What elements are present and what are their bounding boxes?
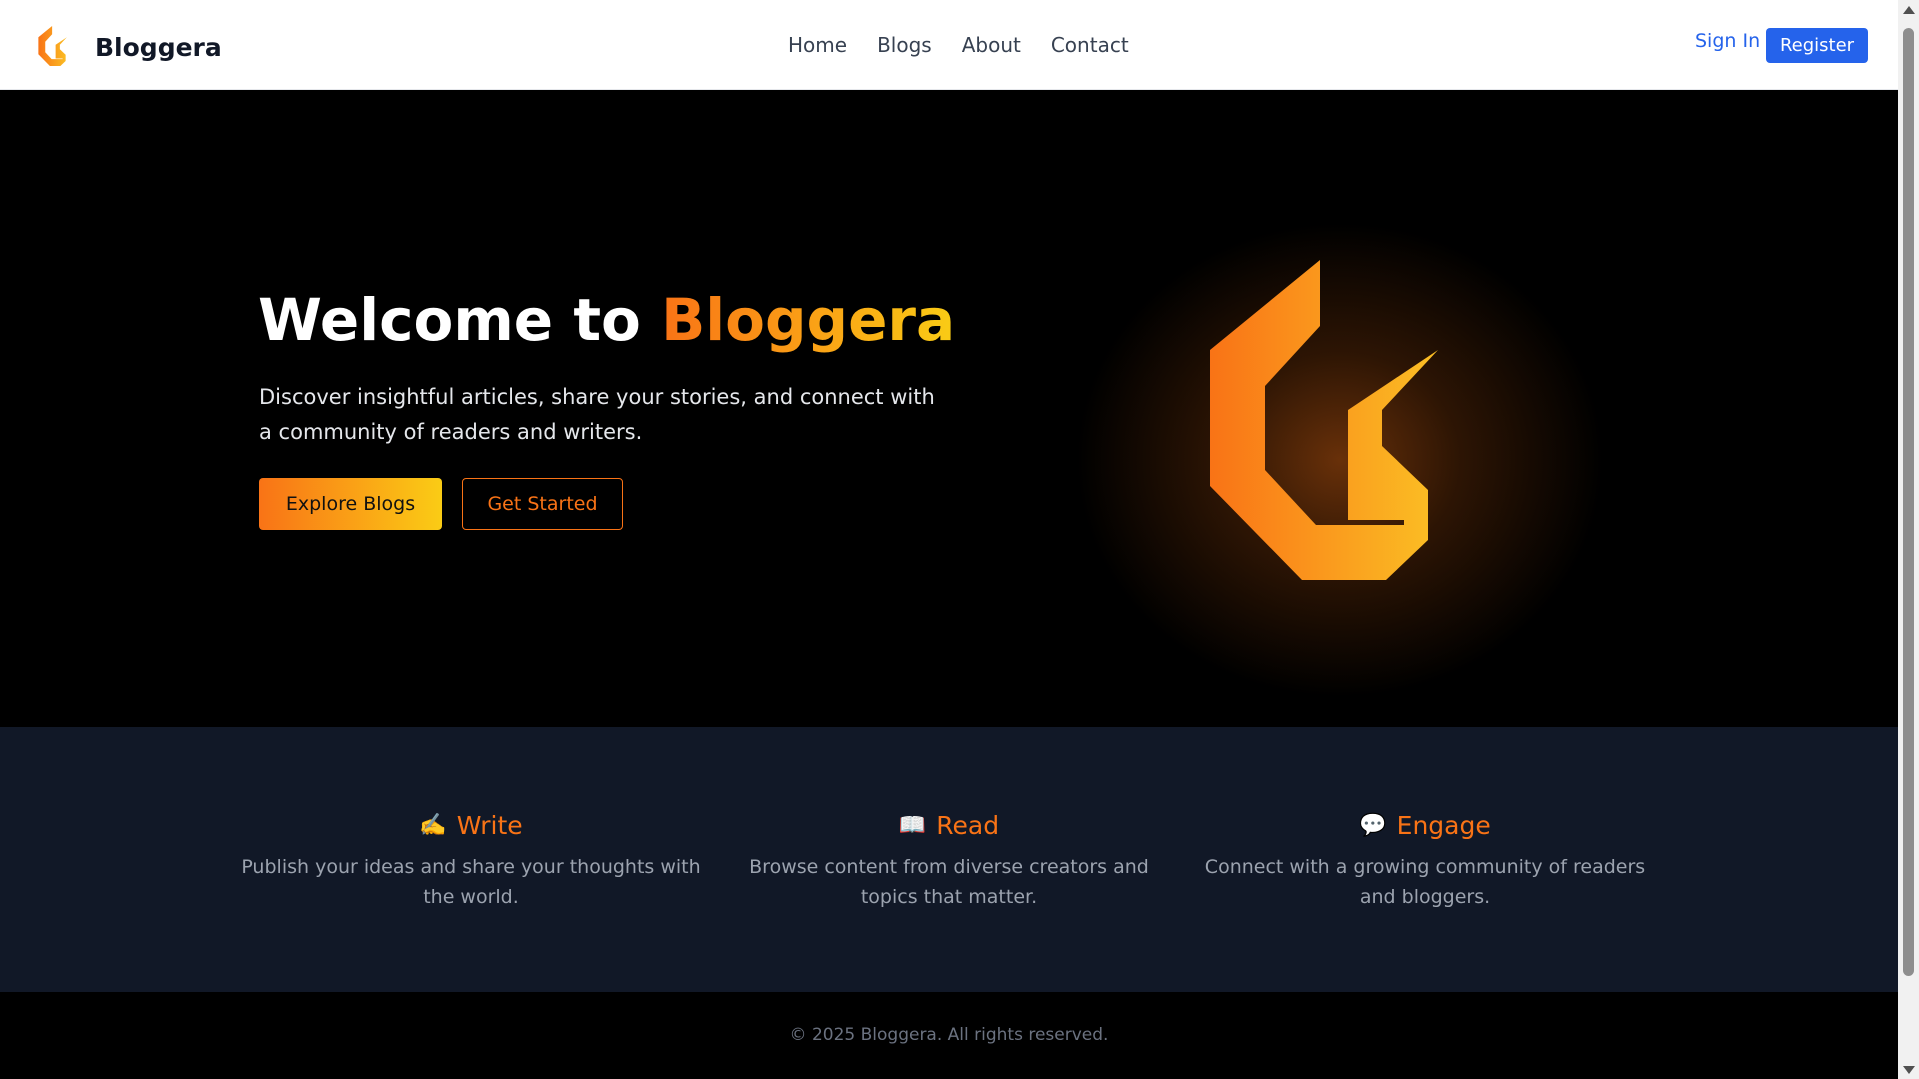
hero-logo-icon — [1210, 260, 1438, 580]
open-book-icon: 📖 — [898, 813, 927, 838]
feature-title-text: Read — [936, 811, 1000, 840]
register-button[interactable]: Register — [1766, 28, 1868, 63]
feature-write: ✍️ Write Publish your ideas and share yo… — [241, 811, 701, 912]
feature-description: Publish your ideas and share your though… — [241, 856, 701, 908]
sign-in-link[interactable]: Sign In — [1695, 30, 1760, 52]
feature-title-text: Write — [456, 811, 523, 840]
scroll-up-arrow-icon[interactable] — [1903, 6, 1915, 14]
hero-title-prefix: Welcome to — [258, 286, 662, 354]
nav-blogs[interactable]: Blogs — [877, 33, 932, 57]
brand[interactable]: Bloggera — [38, 26, 222, 66]
hero-title-accent: Bloggera — [661, 286, 956, 354]
site-footer: © 2025 Bloggera. All rights reserved. — [0, 992, 1898, 1079]
hero-section: Welcome to Bloggera Discover insightful … — [0, 90, 1898, 727]
brand-name: Bloggera — [95, 33, 222, 62]
feature-description: Connect with a growing community of read… — [1204, 856, 1646, 908]
nav-home[interactable]: Home — [788, 33, 847, 57]
feature-description: Browse content from diverse creators and… — [749, 856, 1149, 908]
features-section: ✍️ Write Publish your ideas and share yo… — [0, 727, 1898, 992]
feature-title-text: Engage — [1396, 811, 1491, 840]
main-nav: Home Blogs About Contact — [788, 33, 1129, 57]
scrollbar-thumb[interactable] — [1903, 28, 1914, 976]
bloggera-logo-icon — [38, 26, 67, 66]
hero-title: Welcome to Bloggera — [258, 286, 955, 354]
hero-subtitle: Discover insightful articles, share your… — [259, 385, 935, 444]
writing-hand-icon: ✍️ — [419, 813, 447, 838]
scroll-down-arrow-icon[interactable] — [1903, 1066, 1915, 1074]
speech-bubble-icon: 💬 — [1359, 813, 1387, 838]
nav-contact[interactable]: Contact — [1051, 33, 1129, 57]
feature-read: 📖 Read Browse content from diverse creat… — [719, 811, 1179, 912]
feature-title: 📖 Read — [719, 811, 1179, 840]
feature-title: 💬 Engage — [1195, 811, 1655, 840]
feature-engage: 💬 Engage Connect with a growing communit… — [1195, 811, 1655, 912]
copyright-text: © 2025 Bloggera. All rights reserved. — [789, 1025, 1109, 1045]
site-header: Bloggera Home Blogs About Contact Sign I… — [0, 0, 1898, 90]
vertical-scrollbar[interactable] — [1898, 0, 1919, 1079]
feature-title: ✍️ Write — [241, 811, 701, 840]
page: Bloggera Home Blogs About Contact Sign I… — [0, 0, 1898, 1079]
nav-about[interactable]: About — [962, 33, 1021, 57]
get-started-button[interactable]: Get Started — [462, 478, 623, 530]
explore-blogs-button[interactable]: Explore Blogs — [259, 478, 442, 530]
